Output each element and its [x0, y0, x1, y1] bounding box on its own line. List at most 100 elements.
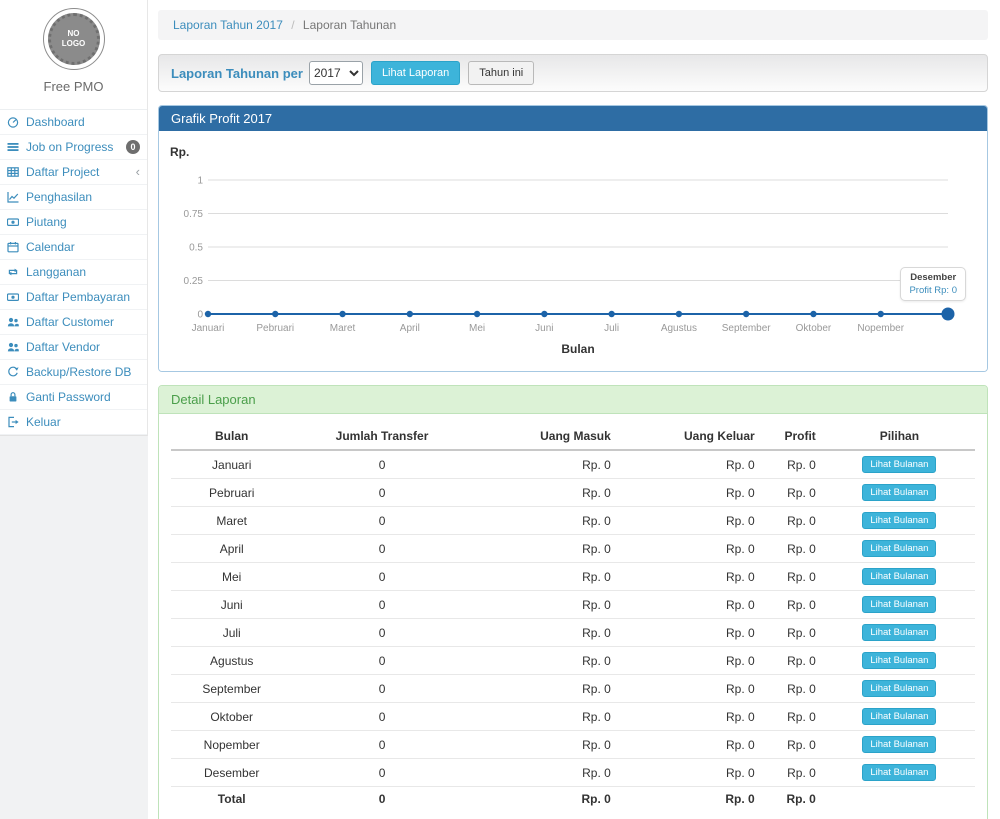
sidebar-item-label: Keluar — [26, 415, 140, 429]
tooltip-title: Desember — [909, 272, 957, 283]
lihat-bulanan-button[interactable]: Lihat Bulanan — [862, 512, 936, 529]
y-axis-unit-label: Rp. — [170, 145, 189, 159]
cell-jumlah-transfer: 0 — [292, 759, 471, 787]
users-icon — [7, 341, 22, 353]
cell-bulan: September — [171, 675, 292, 703]
x-axis-title: Bulan — [561, 342, 594, 356]
sidebar-item-label: Daftar Vendor — [26, 340, 140, 354]
total-label: Total — [171, 787, 292, 812]
chart-area[interactable]: Rp.10.750.50.250JanuariPebruariMaretApri… — [159, 131, 987, 371]
cell-uang-masuk: Rp. 0 — [472, 479, 619, 507]
lihat-bulanan-button[interactable]: Lihat Bulanan — [862, 680, 936, 697]
sidebar-item-label: Backup/Restore DB — [26, 365, 140, 379]
cell-jumlah-transfer: 0 — [292, 507, 471, 535]
sidebar-item-daftar-project[interactable]: Daftar Project‹ — [0, 160, 147, 185]
sidebar-item-penghasilan[interactable]: Penghasilan — [0, 185, 147, 210]
cell-bulan: Januari — [171, 450, 292, 479]
cell-uang-keluar: Rp. 0 — [619, 619, 763, 647]
chart-panel-title: Grafik Profit 2017 — [159, 106, 987, 131]
breadcrumb-link[interactable]: Laporan Tahun 2017 — [173, 18, 283, 32]
cell-jumlah-transfer: 0 — [292, 450, 471, 479]
svg-text:0.75: 0.75 — [184, 209, 204, 220]
cell-bulan: April — [171, 535, 292, 563]
main-content: Laporan Tahun 2017 / Laporan Tahunan Lap… — [148, 0, 1000, 819]
svg-text:Juni: Juni — [535, 323, 553, 334]
year-select[interactable]: 2017 — [309, 61, 363, 85]
sidebar-item-job-on-progress[interactable]: Job on Progress0 — [0, 135, 147, 160]
table-total-row: Total0Rp. 0Rp. 0Rp. 0 — [171, 787, 975, 812]
lihat-laporan-button[interactable]: Lihat Laporan — [371, 61, 460, 85]
cell-bulan: Oktober — [171, 703, 292, 731]
money-icon — [7, 216, 22, 228]
total-uang-masuk: Rp. 0 — [472, 787, 619, 812]
table-row: Januari0Rp. 0Rp. 0Rp. 0Lihat Bulanan — [171, 450, 975, 479]
cell-uang-keluar: Rp. 0 — [619, 507, 763, 535]
cell-uang-masuk: Rp. 0 — [472, 675, 619, 703]
table-row: Pebruari0Rp. 0Rp. 0Rp. 0Lihat Bulanan — [171, 479, 975, 507]
lihat-bulanan-button[interactable]: Lihat Bulanan — [862, 708, 936, 725]
svg-text:0.25: 0.25 — [184, 276, 204, 287]
sidebar-item-label: Langganan — [26, 265, 140, 279]
sidebar-item-ganti-password[interactable]: Ganti Password — [0, 385, 147, 410]
cell-profit: Rp. 0 — [763, 647, 824, 675]
logo-text-line1: NO — [68, 29, 80, 38]
sidebar-item-label: Daftar Project — [26, 165, 136, 179]
tooltip-value: Profit Rp: 0 — [909, 285, 957, 296]
cell-uang-masuk: Rp. 0 — [472, 731, 619, 759]
tahun-ini-button[interactable]: Tahun ini — [468, 61, 534, 85]
detail-panel-title: Detail Laporan — [159, 386, 987, 414]
svg-text:April: April — [400, 323, 420, 334]
table-header-row: BulanJumlah TransferUang MasukUang Kelua… — [171, 423, 975, 450]
cell-profit: Rp. 0 — [763, 591, 824, 619]
lihat-bulanan-button[interactable]: Lihat Bulanan — [862, 596, 936, 613]
cell-jumlah-transfer: 0 — [292, 535, 471, 563]
sidebar-item-backup-restore-db[interactable]: Backup/Restore DB — [0, 360, 147, 385]
dashboard-icon — [7, 116, 22, 128]
svg-text:Oktober: Oktober — [796, 323, 832, 334]
refresh-icon — [7, 366, 22, 378]
cell-bulan: Nopember — [171, 731, 292, 759]
cell-uang-keluar: Rp. 0 — [619, 563, 763, 591]
table-row: Maret0Rp. 0Rp. 0Rp. 0Lihat Bulanan — [171, 507, 975, 535]
sidebar-item-keluar[interactable]: Keluar — [0, 410, 147, 435]
cell-bulan: Agustus — [171, 647, 292, 675]
lock-icon — [7, 391, 22, 403]
lihat-bulanan-button[interactable]: Lihat Bulanan — [862, 568, 936, 585]
svg-text:September: September — [722, 323, 772, 334]
svg-text:Mei: Mei — [469, 323, 485, 334]
column-header-pilihan: Pilihan — [824, 423, 975, 450]
lihat-bulanan-button[interactable]: Lihat Bulanan — [862, 624, 936, 641]
cell-uang-masuk: Rp. 0 — [472, 450, 619, 479]
users-icon — [7, 316, 22, 328]
calendar-icon — [7, 241, 22, 253]
lihat-bulanan-button[interactable]: Lihat Bulanan — [862, 652, 936, 669]
cell-jumlah-transfer: 0 — [292, 563, 471, 591]
sidebar-item-label: Daftar Pembayaran — [26, 290, 140, 304]
table-row: September0Rp. 0Rp. 0Rp. 0Lihat Bulanan — [171, 675, 975, 703]
sidebar-item-dashboard[interactable]: Dashboard — [0, 110, 147, 135]
lihat-bulanan-button[interactable]: Lihat Bulanan — [862, 456, 936, 473]
cell-uang-keluar: Rp. 0 — [619, 703, 763, 731]
total-jumlah-transfer: 0 — [292, 787, 471, 812]
logo-text-line2: LOGO — [62, 39, 86, 48]
lihat-bulanan-button[interactable]: Lihat Bulanan — [862, 484, 936, 501]
sidebar-item-label: Piutang — [26, 215, 140, 229]
sidebar-item-calendar[interactable]: Calendar — [0, 235, 147, 260]
line-chart-icon — [7, 191, 22, 203]
svg-text:Nopember: Nopember — [857, 323, 904, 334]
cell-uang-keluar: Rp. 0 — [619, 675, 763, 703]
sidebar-item-label: Ganti Password — [26, 390, 140, 404]
sidebar-item-langganan[interactable]: Langganan — [0, 260, 147, 285]
sidebar-item-daftar-customer[interactable]: Daftar Customer — [0, 310, 147, 335]
lihat-bulanan-button[interactable]: Lihat Bulanan — [862, 764, 936, 781]
sidebar-item-label: Dashboard — [26, 115, 140, 129]
sidebar-item-daftar-vendor[interactable]: Daftar Vendor — [0, 335, 147, 360]
column-header-jumlah-transfer: Jumlah Transfer — [292, 423, 471, 450]
cell-jumlah-transfer: 0 — [292, 647, 471, 675]
lihat-bulanan-button[interactable]: Lihat Bulanan — [862, 736, 936, 753]
table-row: Agustus0Rp. 0Rp. 0Rp. 0Lihat Bulanan — [171, 647, 975, 675]
filter-label: Laporan Tahunan per — [171, 66, 303, 81]
sidebar-item-piutang[interactable]: Piutang — [0, 210, 147, 235]
lihat-bulanan-button[interactable]: Lihat Bulanan — [862, 540, 936, 557]
sidebar-item-daftar-pembayaran[interactable]: Daftar Pembayaran — [0, 285, 147, 310]
